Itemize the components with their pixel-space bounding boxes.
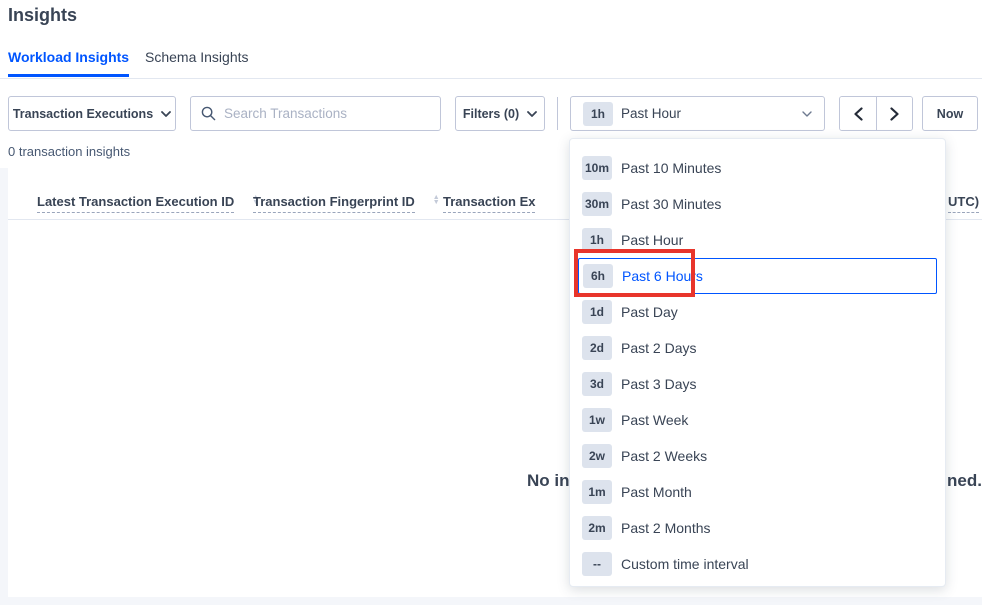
time-range-option-badge: -- [582, 552, 612, 576]
time-range-option-label: Past 2 Weeks [621, 448, 707, 464]
time-range-option-badge: 30m [582, 192, 612, 216]
chevron-down-icon [161, 111, 171, 117]
time-range-option-label: Past 3 Days [621, 376, 696, 392]
time-range-option-label: Custom time interval [621, 556, 749, 572]
tab-bar: Workload Insights Schema Insights [0, 40, 982, 79]
search-input[interactable] [224, 106, 430, 121]
execution-type-label: Transaction Executions [13, 107, 153, 121]
tab-schema-insights[interactable]: Schema Insights [145, 49, 249, 74]
time-range-option-badge: 10m [582, 156, 612, 180]
time-range-dropdown: 10m Past 10 Minutes 30m Past 30 Minutes … [569, 138, 946, 587]
column-header-transaction-execution[interactable]: Transaction Ex [443, 194, 535, 213]
filters-button[interactable]: Filters (0) [455, 96, 545, 131]
time-range-option-badge: 1m [582, 480, 612, 504]
time-range-option-label: Past 30 Minutes [621, 196, 721, 212]
time-range-option-label: Past Day [621, 304, 678, 320]
page-background-strip-left [0, 168, 8, 605]
chevron-left-icon [854, 107, 863, 121]
chevron-right-icon [890, 107, 899, 121]
time-range-option[interactable]: 30m Past 30 Minutes [578, 186, 937, 222]
time-range-option[interactable]: 1w Past Week [578, 402, 937, 438]
time-range-option-label: Past 10 Minutes [621, 160, 721, 176]
chevron-down-icon [802, 111, 812, 117]
time-range-option[interactable]: 1d Past Day [578, 294, 937, 330]
toolbar-divider [557, 97, 558, 130]
column-header-utc-fragment[interactable]: UTC) [948, 194, 979, 213]
time-nav-group [839, 96, 913, 131]
time-range-option[interactable]: 3d Past 3 Days [578, 366, 937, 402]
time-range-option-label: Past Hour [621, 232, 683, 248]
column-header-transaction-fingerprint-id[interactable]: Transaction Fingerprint ID ▲▼ [253, 194, 440, 213]
insights-page: Insights Workload Insights Schema Insigh… [0, 0, 982, 605]
time-range-option-badge: 2d [582, 336, 612, 360]
time-range-option-badge: 1d [582, 300, 612, 324]
time-range-option-label: Past Month [621, 484, 692, 500]
annotation-box [574, 249, 695, 297]
time-range-option-label: Past Week [621, 412, 688, 428]
next-interval-button[interactable] [876, 97, 912, 130]
time-range-option[interactable]: 10m Past 10 Minutes [578, 150, 937, 186]
time-range-option-label: Past 2 Months [621, 520, 711, 536]
time-range-select[interactable]: 1h Past Hour [570, 96, 825, 131]
empty-state-text-right: ned. [947, 471, 982, 491]
time-range-option-badge: 3d [582, 372, 612, 396]
page-background-strip-bottom [0, 597, 982, 605]
search-icon [201, 106, 216, 121]
time-range-badge: 1h [583, 102, 613, 126]
time-range-option-badge: 2w [582, 444, 612, 468]
tab-workload-insights[interactable]: Workload Insights [8, 49, 129, 77]
time-range-option-badge: 1w [582, 408, 612, 432]
search-box [190, 96, 441, 131]
page-title: Insights [8, 5, 77, 26]
prev-interval-button[interactable] [840, 97, 876, 130]
time-range-option[interactable]: 2d Past 2 Days [578, 330, 937, 366]
insights-count: 0 transaction insights [8, 144, 130, 159]
time-range-option-badge: 2m [582, 516, 612, 540]
time-range-option[interactable]: 1m Past Month [578, 474, 937, 510]
time-range-option[interactable]: 2m Past 2 Months [578, 510, 937, 546]
empty-state-text-left: No in [527, 471, 570, 491]
execution-type-select[interactable]: Transaction Executions [8, 96, 176, 131]
now-button[interactable]: Now [922, 96, 978, 131]
time-range-option-list: 10m Past 10 Minutes 30m Past 30 Minutes … [570, 150, 945, 582]
filters-label: Filters (0) [463, 107, 519, 121]
time-range-selected-label: Past Hour [621, 106, 681, 121]
time-range-option[interactable]: -- Custom time interval [578, 546, 937, 582]
chevron-down-icon [527, 111, 537, 117]
column-header-latest-transaction-execution-id[interactable]: Latest Transaction Execution ID ▲▼ [37, 194, 259, 213]
time-range-option[interactable]: 2w Past 2 Weeks [578, 438, 937, 474]
sort-icon[interactable]: ▲▼ [433, 194, 440, 205]
time-range-option-label: Past 2 Days [621, 340, 696, 356]
